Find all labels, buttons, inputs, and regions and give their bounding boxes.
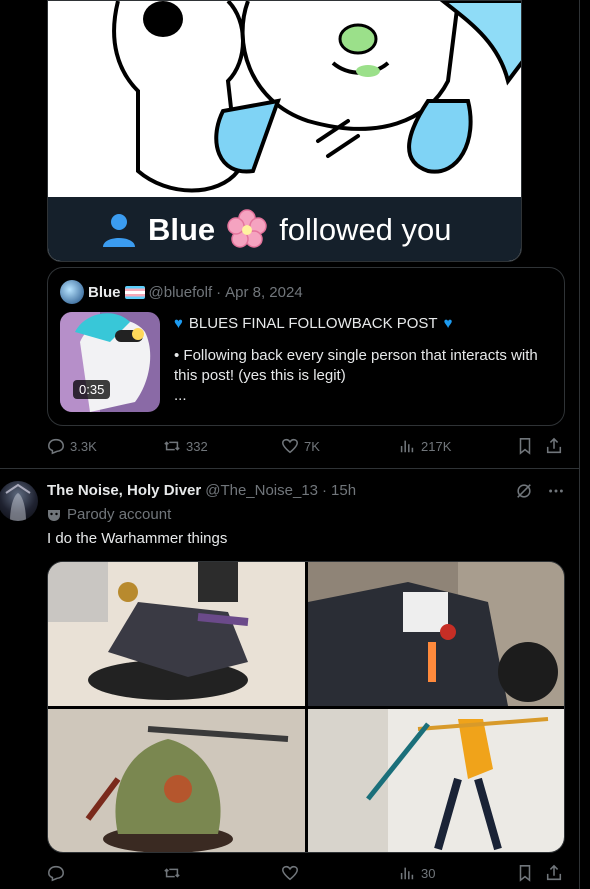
reply-count: 3.3K: [70, 438, 97, 454]
parody-label: Parody account: [47, 506, 171, 523]
quoted-post[interactable]: Blue @bluefolf · Apr 8, 2024 0:35 ♥ BLUE…: [47, 267, 565, 426]
quoted-body: • Following back every single person tha…: [174, 347, 538, 384]
bookmark-button[interactable]: [516, 864, 534, 882]
quoted-post-text: ♥ BLUES FINAL FOLLOWBACK POST ♥ • Follow…: [174, 314, 554, 406]
like-button[interactable]: [281, 864, 304, 882]
more-icon[interactable]: [547, 482, 565, 500]
views-count: 217K: [421, 438, 452, 454]
author-name[interactable]: The Noise, Holy Diver: [47, 482, 201, 499]
like-count: 7K: [304, 438, 320, 454]
cartoon-artwork: [48, 1, 521, 197]
like-button[interactable]: 7K: [281, 437, 320, 455]
views-button[interactable]: 217K: [398, 437, 451, 455]
repost-icon: [164, 868, 180, 878]
bookmark-icon: [519, 865, 531, 882]
followed-you-text: followed you: [279, 212, 452, 247]
quoted-ellipsis: ...: [174, 387, 187, 404]
post-actions: 3.3K 332 7K 217K: [47, 437, 565, 461]
video-duration: 0:35: [73, 380, 111, 399]
bookmark-button[interactable]: [516, 437, 534, 455]
grok-icon[interactable]: [515, 482, 533, 500]
repost-button[interactable]: 332: [163, 437, 208, 455]
blue-heart-icon: ♥: [174, 315, 183, 332]
miniature-photo: [48, 709, 305, 852]
repost-icon: [164, 441, 180, 451]
post-divider: [0, 468, 579, 469]
follow-banner: Blue followed you: [48, 197, 521, 261]
video-thumbnail[interactable]: 0:35: [60, 312, 160, 412]
views-icon: [400, 867, 414, 880]
quoted-title: BLUES FINAL FOLLOWBACK POST: [188, 315, 438, 332]
blue-heart-icon: ♥: [443, 315, 453, 332]
media-image[interactable]: [48, 562, 305, 706]
post-text: I do the Warhammer things: [47, 530, 228, 547]
miniature-photo: [48, 562, 305, 706]
post-header: The Noise, Holy Diver @The_Noise_13 · 15…: [47, 482, 356, 499]
views-button[interactable]: 30: [398, 864, 435, 882]
parody-text: Parody account: [67, 506, 172, 523]
media-grid: [47, 561, 565, 853]
views-icon: [400, 440, 414, 453]
repost-count: 332: [186, 438, 208, 454]
person-icon: [103, 214, 135, 247]
post-header-actions: [515, 482, 565, 500]
reply-button[interactable]: 3.3K: [47, 437, 97, 455]
quoted-author-name[interactable]: Blue: [88, 284, 121, 301]
repost-button[interactable]: [163, 864, 186, 882]
reply-button[interactable]: [47, 864, 70, 882]
parody-mask-icon: [48, 509, 60, 521]
separator-dot: ·: [322, 482, 328, 499]
avatar[interactable]: [0, 481, 38, 521]
separator-dot: ·: [216, 283, 222, 301]
avatar-art: [5, 483, 31, 521]
views-count: 30: [421, 865, 436, 881]
media-image[interactable]: [48, 709, 305, 852]
post-actions: 30: [47, 864, 565, 888]
like-icon: [282, 438, 298, 454]
like-icon: [282, 865, 298, 881]
quoted-post-header: Blue @bluefolf · Apr 8, 2024: [60, 280, 303, 304]
cherry-blossom-icon: [227, 209, 267, 248]
miniature-photo: [308, 709, 564, 852]
share-button[interactable]: [545, 437, 563, 455]
trans-flag-icon: [124, 285, 145, 299]
reply-icon: [48, 438, 64, 455]
media-image[interactable]: [308, 562, 564, 706]
avatar[interactable]: [60, 280, 84, 304]
media-image[interactable]: [308, 709, 564, 852]
quoted-date[interactable]: Apr 8, 2024: [225, 284, 303, 301]
share-icon: [546, 437, 562, 454]
post-time[interactable]: 15h: [331, 482, 356, 499]
follower-name: Blue: [148, 212, 216, 247]
share-icon: [546, 864, 562, 881]
miniature-photo: [308, 562, 564, 706]
quoted-author-handle[interactable]: @bluefolf: [149, 284, 213, 301]
reply-icon: [48, 865, 64, 882]
follow-card-image[interactable]: Blue followed you: [47, 0, 522, 262]
bookmark-icon: [519, 438, 531, 455]
right-divider: [579, 0, 580, 889]
share-button[interactable]: [545, 864, 563, 882]
author-handle[interactable]: @The_Noise_13: [205, 482, 318, 499]
